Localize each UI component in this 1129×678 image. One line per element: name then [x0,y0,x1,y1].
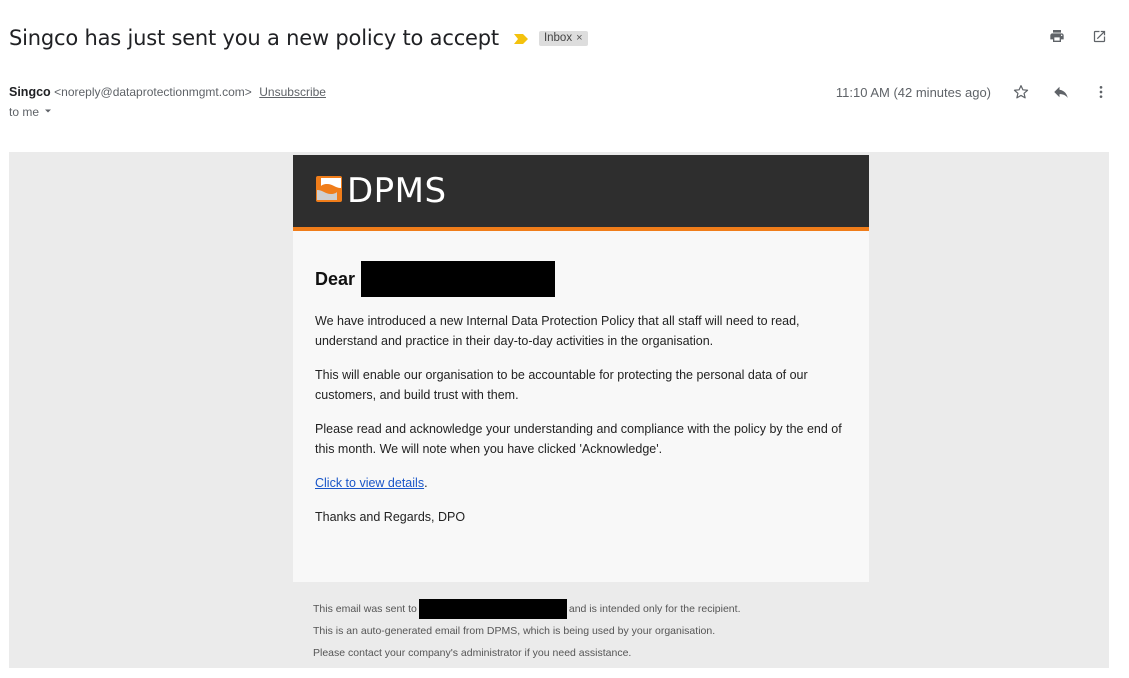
greeting: Dear [315,261,847,297]
remove-label-icon[interactable]: × [576,32,582,44]
inbox-label-text: Inbox [543,31,573,44]
email-card: DPMS Dear We have introduced a new Inter… [293,155,869,582]
greeting-text: Dear [315,269,356,289]
email-footer: This email was sent to and is intended o… [313,598,740,664]
footer-line-1-suffix: and is intended only for the recipient. [568,603,741,615]
timestamp: 11:10 AM (42 minutes ago) [835,84,991,100]
more-vert-icon[interactable] [1091,82,1111,102]
sender-name[interactable]: Singco [9,85,51,99]
paragraph-3: Please read and acknowledge your underst… [315,422,842,456]
subject-row: Singco has just sent you a new policy to… [9,22,588,54]
email-body-background: DPMS Dear We have introduced a new Inter… [9,152,1109,668]
email-header-banner: DPMS [293,155,869,231]
dpms-logo-icon [315,174,345,209]
footer-line-1: This email was sent to and is intended o… [313,598,740,620]
signoff: Thanks and Regards, DPO [315,510,466,524]
footer-line-2: This is an auto-generated email from DPM… [313,625,716,637]
print-icon[interactable] [1047,26,1067,46]
top-actions [1047,26,1109,46]
dpms-logo: DPMS [315,171,447,211]
footer-line-3: Please contact your company's administra… [313,647,632,659]
chevron-down-icon[interactable] [43,105,53,119]
to-label: to me [9,105,40,119]
recipients-toggle[interactable]: to me [9,105,53,119]
paragraph-2: This will enable our organisation to be … [315,368,808,402]
importance-marker-icon[interactable] [513,32,529,44]
dpms-logo-text: DPMS [347,171,447,211]
redacted-recipient-email [418,599,567,619]
email-content: Dear We have introduced a new Internal D… [293,231,869,527]
paragraph-1: We have introduced a new Internal Data P… [315,314,800,348]
email-view: Singco has just sent you a new policy to… [0,0,1129,678]
sender-email: <noreply@dataprotectionmgmt.com> [54,85,252,99]
sender-row: Singco <noreply@dataprotectionmgmt.com> … [9,85,326,99]
link-paragraph: Click to view details. [315,473,845,493]
star-icon[interactable] [1011,82,1031,102]
message-meta: 11:10 AM (42 minutes ago) [836,82,1111,102]
email-subject: Singco has just sent you a new policy to… [9,26,499,50]
unsubscribe-link[interactable]: Unsubscribe [259,85,326,99]
footer-line-1-prefix: This email was sent to [313,603,417,615]
link-suffix: . [424,476,428,490]
reply-icon[interactable] [1051,82,1071,102]
redacted-recipient-name [361,261,556,297]
view-details-link[interactable]: Click to view details [315,476,424,490]
open-new-window-icon[interactable] [1089,26,1109,46]
inbox-label-chip[interactable]: Inbox × [538,30,588,46]
